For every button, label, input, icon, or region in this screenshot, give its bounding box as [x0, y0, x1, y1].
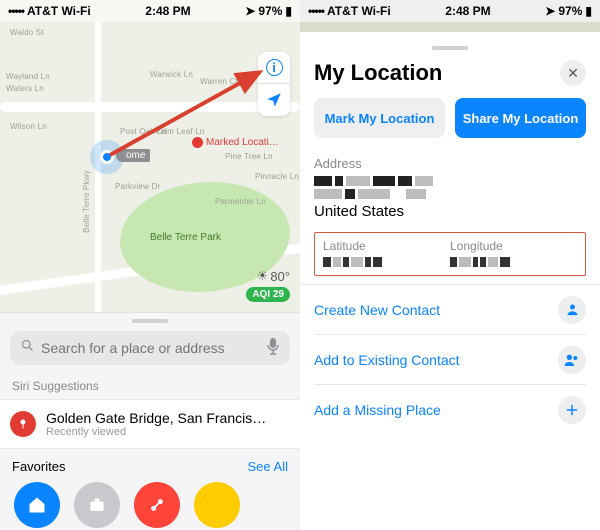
location-arrow-icon: [265, 91, 283, 109]
info-icon: i: [266, 59, 283, 76]
sheet-grabber[interactable]: [432, 46, 468, 50]
search-icon: [20, 338, 35, 358]
battery-icon: ▮: [285, 4, 292, 18]
battery-icon: ▮: [585, 4, 592, 18]
carrier-label: AT&T Wi-Fi: [27, 4, 91, 18]
longitude-label: Longitude: [450, 239, 577, 253]
maps-screen: ••••• AT&T Wi-Fi 2:48 PM ➤ 97% ▮ Belle T…: [0, 0, 300, 530]
create-contact-row[interactable]: Create New Contact: [314, 285, 586, 335]
clock: 2:48 PM: [445, 4, 490, 18]
status-bar: ••••• AT&T Wi-Fi 2:48 PM ➤ 97% ▮: [0, 0, 300, 22]
contacts-icon: [558, 346, 586, 374]
favorites-label: Favorites: [12, 459, 65, 474]
address-label: Address: [314, 156, 586, 171]
carrier-label: AT&T Wi-Fi: [327, 4, 391, 18]
home-label[interactable]: ome: [116, 149, 150, 162]
contact-icon: [558, 296, 586, 324]
mic-icon[interactable]: [266, 337, 280, 360]
location-detail-sheet: My Location ✕ Mark My Location Share My …: [300, 32, 600, 530]
search-sheet: Siri Suggestions Golden Gate Bridge, San…: [0, 312, 300, 530]
location-services-icon: ➤: [545, 4, 555, 18]
favorite-item[interactable]: [134, 482, 180, 528]
weather-widget[interactable]: ☀︎80° AQI 29: [246, 268, 290, 302]
favorite-item[interactable]: [194, 482, 240, 528]
suggestion-title: Golden Gate Bridge, San Francis…: [46, 410, 266, 426]
add-to-contact-row[interactable]: Add to Existing Contact: [314, 335, 586, 385]
suggestion-subtitle: Recently viewed: [46, 426, 266, 438]
address-line-1: [314, 176, 586, 186]
battery-label: 97%: [258, 4, 282, 18]
share-location-button[interactable]: Share My Location: [455, 98, 586, 138]
signal-icon: •••••: [308, 4, 324, 18]
address-line-2: [314, 189, 586, 199]
current-location-dot[interactable]: [100, 150, 114, 164]
my-location-panel-screen: ••••• AT&T Wi-Fi 2:48 PM ➤ 97% ▮ My Loca…: [300, 0, 600, 530]
favorite-home[interactable]: [14, 482, 60, 528]
plus-icon: [558, 396, 586, 424]
map-view[interactable]: Belle Terre Park Wayland Ln Waters Ln Wa…: [0, 22, 300, 312]
sun-icon: ☀︎: [257, 268, 269, 284]
pin-icon: [192, 137, 203, 148]
close-button[interactable]: ✕: [560, 60, 586, 86]
park-label: Belle Terre Park: [150, 232, 221, 243]
longitude-value: [450, 257, 577, 267]
siri-suggestions-label: Siri Suggestions: [0, 375, 300, 399]
battery-label: 97%: [558, 4, 582, 18]
search-field[interactable]: [10, 331, 290, 365]
location-services-icon: ➤: [245, 4, 255, 18]
signal-icon: •••••: [8, 4, 24, 18]
country-label: United States: [314, 203, 586, 220]
favorites-carousel[interactable]: [0, 478, 300, 528]
latitude-label: Latitude: [323, 239, 450, 253]
map-background: [300, 22, 600, 32]
suggestion-row[interactable]: Golden Gate Bridge, San Francis… Recentl…: [0, 399, 300, 449]
mark-location-button[interactable]: Mark My Location: [314, 98, 445, 138]
marked-location-pin[interactable]: Marked Locati…: [192, 137, 279, 148]
map-info-button[interactable]: i: [258, 52, 290, 84]
clock: 2:48 PM: [145, 4, 190, 18]
aqi-badge: AQI 29: [246, 287, 290, 302]
coordinates-box: Latitude Longitude: [314, 232, 586, 276]
search-input[interactable]: [41, 340, 266, 356]
close-icon: ✕: [567, 65, 579, 82]
favorite-work[interactable]: [74, 482, 120, 528]
add-missing-place-row[interactable]: Add a Missing Place: [314, 385, 586, 435]
status-bar: ••••• AT&T Wi-Fi 2:48 PM ➤ 97% ▮: [300, 0, 600, 22]
sheet-grabber[interactable]: [132, 319, 168, 323]
locate-me-button[interactable]: [258, 84, 290, 116]
pin-icon: [10, 411, 36, 437]
panel-title: My Location: [314, 60, 442, 86]
latitude-value: [323, 257, 450, 267]
see-all-link[interactable]: See All: [248, 459, 288, 474]
